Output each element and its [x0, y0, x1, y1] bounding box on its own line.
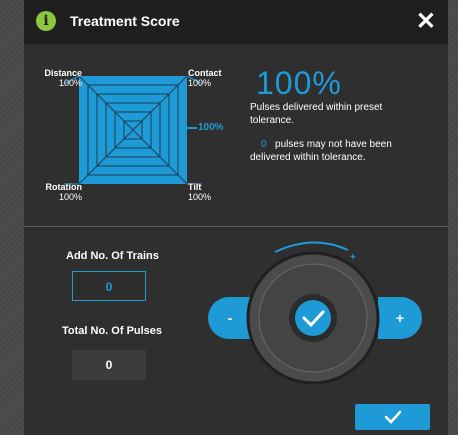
dial-knob[interactable]: [240, 234, 386, 404]
radar-label-contact: Contact 100%: [188, 68, 222, 88]
missed-count: 0: [261, 139, 267, 150]
dialog-title: Treatment Score: [70, 13, 180, 29]
trains-input[interactable]: 0: [72, 271, 146, 301]
info-icon: i: [36, 11, 56, 31]
radar-label-tilt: Tilt 100%: [188, 182, 212, 202]
dial-center-button[interactable]: [295, 300, 331, 336]
dialog-titlebar: i Treatment Score ✕: [24, 0, 448, 44]
radar-label-distance: Distance 100%: [44, 68, 82, 88]
radar-scale-marker: 100%: [198, 122, 224, 133]
radar-label-rotation: Rotation 100%: [45, 182, 83, 202]
treatment-score-dialog: i Treatment Score ✕ Distance 100% Contac…: [24, 0, 448, 435]
missed-text: 0 pulses may not have been delivered wit…: [250, 139, 392, 163]
dial-arc-plus: +: [350, 252, 356, 263]
trains-label: Add No. Of Trains: [66, 250, 159, 262]
close-icon[interactable]: ✕: [416, 8, 436, 36]
delivered-text: Pulses delivered within preset tolerance…: [250, 102, 383, 126]
confirm-button[interactable]: [355, 404, 430, 430]
confirm-checkmark-icon: [384, 410, 402, 424]
pulses-field: 0: [72, 350, 146, 380]
pulses-label: Total No. Of Pulses: [62, 325, 163, 337]
dial-arc: [274, 241, 349, 253]
section-divider: [24, 226, 448, 227]
score-percent: 100%: [256, 65, 342, 101]
